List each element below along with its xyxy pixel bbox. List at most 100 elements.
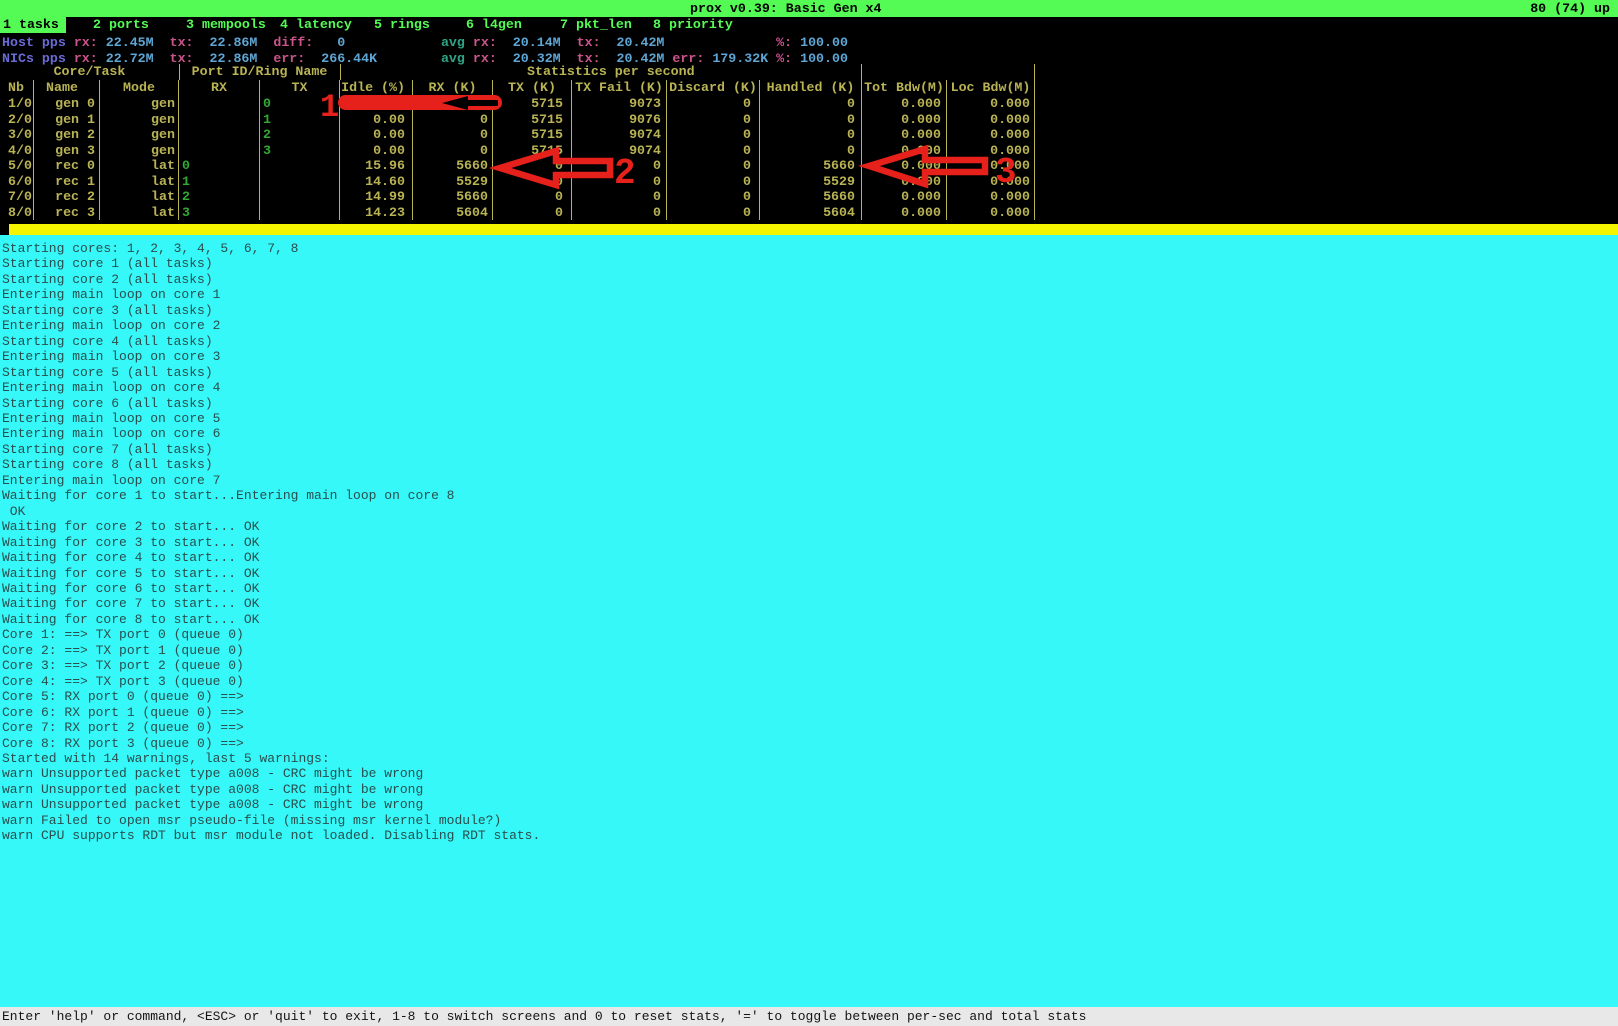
header-cell: Name	[34, 80, 100, 96]
table-cell: 6/0	[0, 174, 34, 190]
log-line: Core 6: RX port 1 (queue 0) ==>	[0, 705, 1618, 720]
table-cell: 5715	[493, 127, 572, 143]
tab-1-tasks[interactable]: 1 tasks	[0, 17, 66, 33]
separator-bar	[0, 224, 1618, 235]
table-cell: 0	[493, 205, 572, 221]
header-cell: Loc Bdw(M)	[947, 80, 1035, 96]
table-cell: 0	[493, 174, 572, 190]
table-cell: 0	[667, 112, 760, 128]
table-cell: 0.000	[947, 158, 1035, 174]
table-cell: gen	[100, 96, 179, 112]
table-cell: lat	[100, 205, 179, 221]
table-cell: gen	[100, 112, 179, 128]
table-cell: 0.000	[862, 205, 947, 221]
table-cell	[260, 158, 340, 174]
table-cell: 0.00	[340, 143, 413, 159]
table-cell: 1	[179, 174, 260, 190]
table-cell: 0	[667, 205, 760, 221]
table-cell: 0.00	[340, 112, 413, 128]
table-cell: 5715	[493, 143, 572, 159]
table-cell: 1	[260, 112, 340, 128]
tab-6-l4gen[interactable]: 6 l4gen	[466, 17, 522, 33]
table-cell: 0	[179, 158, 260, 174]
group-port-id-ring-name: Port ID/Ring Name	[179, 64, 340, 80]
log-line: Waiting for core 5 to start... OK	[0, 566, 1618, 581]
table-cell: 0	[760, 127, 862, 143]
table-cell: 14.99	[340, 189, 413, 205]
table-cell: 5715	[493, 96, 572, 112]
table-cell: 0.000	[947, 143, 1035, 159]
uptime-counter: 80 (74) up	[1530, 0, 1610, 17]
table-cell: gen	[100, 143, 179, 159]
table-cell: 5529	[760, 174, 862, 190]
table-cell: 0	[413, 127, 493, 143]
table-cell: 5715	[493, 112, 572, 128]
log-line: Core 7: RX port 2 (queue 0) ==>	[0, 720, 1618, 735]
table-cell: gen	[100, 127, 179, 143]
log-line: Entering main loop on core 6	[0, 426, 1618, 441]
log-line: Waiting for core 6 to start... OK	[0, 581, 1618, 596]
log-line: Starting core 7 (all tasks)	[0, 442, 1618, 457]
table-cell: 0	[667, 189, 760, 205]
table-cell: 14.60	[340, 174, 413, 190]
table-cell: gen 1	[34, 112, 100, 128]
tab-2-ports[interactable]: 2 ports	[93, 17, 149, 33]
table-cell	[179, 143, 260, 159]
tab-5-rings[interactable]: 5 rings	[374, 17, 430, 33]
stats-segment: Host pps	[2, 35, 66, 50]
table-cell: 0	[260, 96, 340, 112]
table-cell: rec 3	[34, 205, 100, 221]
table-row: 3/0gen 2gen20.00057159074000.0000.000	[0, 127, 1035, 143]
log-line: Core 1: ==> TX port 0 (queue 0)	[0, 627, 1618, 642]
prox-terminal: prox v0.39: Basic Gen x4 80 (74) up 1 ta…	[0, 0, 1618, 1026]
table-cell: 5604	[760, 205, 862, 221]
table-cell: 5660	[413, 189, 493, 205]
table-cell: 5604	[413, 205, 493, 221]
log-line: Entering main loop on core 5	[0, 411, 1618, 426]
log-line: warn Unsupported packet type a008 - CRC …	[0, 782, 1618, 797]
log-line: Core 2: ==> TX port 1 (queue 0)	[0, 643, 1618, 658]
table-cell: 0.000	[862, 127, 947, 143]
title-bar: prox v0.39: Basic Gen x4 80 (74) up	[0, 0, 1618, 17]
stats-area: Host pps rx: 22.45M tx: 22.86M diff: 0 a…	[2, 35, 848, 66]
table-cell	[260, 174, 340, 190]
group-statistics-per-second: Statistics per second	[527, 64, 695, 80]
log-line: OK	[0, 504, 1618, 519]
stats-segment: diff:	[257, 35, 337, 50]
stats-segment: 20.14M	[513, 35, 561, 50]
log-line: warn CPU supports RDT but msr module not…	[0, 828, 1618, 843]
log-area: Starting cores: 1, 2, 3, 4, 5, 6, 7, 8St…	[0, 235, 1618, 1007]
log-line: Entering main loop on core 2	[0, 318, 1618, 333]
table-cell	[179, 96, 260, 112]
tab-3-mempools[interactable]: 3 mempools	[186, 17, 266, 33]
status-bar: Enter 'help' or command, <ESC> or 'quit'…	[0, 1007, 1618, 1026]
table-cell: 5660	[760, 189, 862, 205]
header-cell: TX Fail (K)	[572, 80, 667, 96]
table-cell: 2	[260, 127, 340, 143]
log-line: Waiting for core 4 to start... OK	[0, 550, 1618, 565]
tab-8-priority[interactable]: 8 priority	[653, 17, 733, 33]
table-cell: 0	[667, 127, 760, 143]
header-cell: TX	[260, 80, 340, 96]
log-line: Starting core 2 (all tasks)	[0, 272, 1618, 287]
table-cell: lat	[100, 158, 179, 174]
table-cell: 8/0	[0, 205, 34, 221]
table-cell: 0	[493, 189, 572, 205]
group-core-task: Core/Task	[0, 64, 179, 80]
table-cell: 0	[667, 174, 760, 190]
table-cell	[260, 189, 340, 205]
tab-7-pkt_len[interactable]: 7 pkt_len	[560, 17, 632, 33]
stats-segment: 0	[337, 35, 345, 50]
tab-4-latency[interactable]: 4 latency	[280, 17, 352, 33]
stats-segment: rx:	[465, 35, 513, 50]
table-cell: 0	[413, 143, 493, 159]
table-cell: 3/0	[0, 127, 34, 143]
table-cell: 5660	[413, 158, 493, 174]
table-cell: 0.000	[862, 189, 947, 205]
table-cell: 5529	[413, 174, 493, 190]
table-cell: 9073	[572, 96, 667, 112]
table-cell: 0	[413, 112, 493, 128]
log-line: Starting core 8 (all tasks)	[0, 457, 1618, 472]
log-line: Starting core 6 (all tasks)	[0, 396, 1618, 411]
table-cell	[260, 205, 340, 221]
